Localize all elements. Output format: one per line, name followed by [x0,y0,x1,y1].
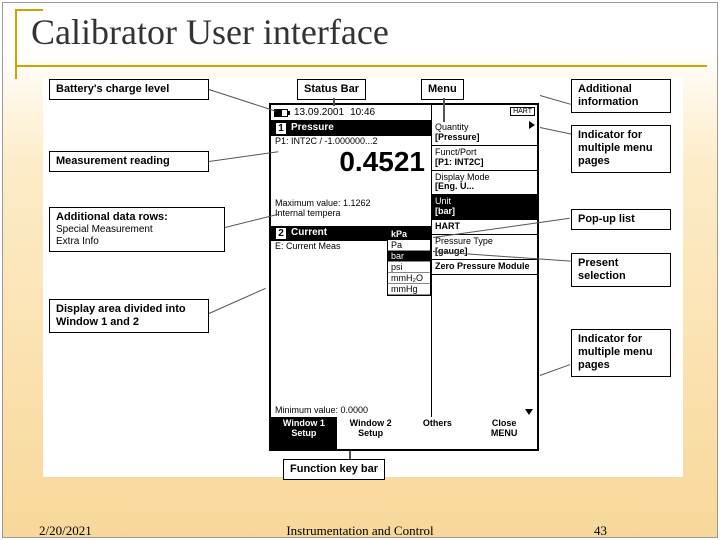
callout-display-area: Display area divided into Window 1 and 2 [49,299,209,333]
menu-ptype-label: Pressure Type [435,236,493,246]
popup-item[interactable]: psi [388,262,430,273]
window1-sub: P1: INT2C / -1.000000...2 [271,136,431,146]
window2-num: 2 [275,227,287,240]
fkey-close[interactable]: Close MENU [471,417,537,449]
chevron-down-icon [525,409,533,415]
callout-addl-info: Additional information [571,79,671,113]
lcd-screen: 13.09.2001 10:46 1 Pressure P1: INT2C / … [269,103,539,451]
pointer-line [209,89,276,112]
menu-quantity-label: Quantity [435,122,469,132]
popup-list[interactable]: kPa Pa bar psi mmH₂O mmHg [387,227,431,296]
window1-inttemp: Internal tempera [271,208,431,218]
min-value: Minimum value: 0.0000 [275,405,368,415]
callout-menu: Menu [421,79,464,100]
callout-addl-rows: Additional data rows: Special Measuremen… [49,207,225,252]
pointer-line [209,288,266,314]
callout-present: Present selection [571,253,671,287]
popup-item[interactable]: mmH₂O [388,273,430,284]
pointer-line [540,364,570,376]
status-date: 13.09.2001 [294,107,344,118]
menu-zero-label: Zero Pressure Module [435,262,534,272]
pointer-line [333,98,335,106]
popup-item-selected[interactable]: bar [388,251,430,262]
callout-addl-rows-sub2: Extra Info [56,236,218,248]
callout-popup: Pop-up list [571,209,671,230]
callout-statusbar: Status Bar [297,79,366,100]
menu-funct[interactable]: Funct/Port [P1: INT2C] [432,146,537,171]
fkey-close-sub: MENU [491,428,518,438]
fkey-w1-label: Window 1 [283,418,325,428]
menu-funct-val: [P1: INT2C] [435,158,534,168]
menu-unit-label: Unit [435,196,451,206]
callout-fkeybar: Function key bar [283,459,385,480]
menu-quantity[interactable]: Quantity [Pressure] [432,121,537,146]
footer-page: 43 [594,523,607,539]
fkey-w2-label: Window 2 [350,418,392,428]
callout-measurement: Measurement reading [49,151,209,172]
popup-item[interactable]: Pa [388,240,430,251]
pointer-line [540,95,571,105]
menu-unit-val: [bar] [435,207,534,217]
menu-ptype[interactable]: Pressure Type [gauge] [432,235,537,260]
menu-hart[interactable]: HART [432,220,537,235]
pointer-line [349,451,351,459]
menu-display-val: [Eng. U... [435,182,534,192]
menu-zero[interactable]: Zero Pressure Module [432,260,537,275]
menu-display-label: Display Mode [435,172,490,182]
page-title: Calibrator User interface [31,11,389,53]
status-time: 10:46 [350,107,375,118]
fkey-others-label: Others [423,418,452,428]
lcd-menu: HART Quantity [Pressure] Funct/Port [P1:… [431,105,537,419]
fkey-w2-sub: Setup [358,428,383,438]
chevron-right-icon [529,121,535,129]
menu-display[interactable]: Display Mode [Eng. U... [432,171,537,196]
window1-max: Maximum value: 1.1262 [271,198,431,208]
diagram-area: Battery's charge level Measurement readi… [43,77,683,477]
window1-num: 1 [275,122,287,135]
window2-name: Current [291,227,327,240]
battery-icon [274,109,288,117]
menu-quantity-val: [Pressure] [435,133,534,143]
hart-icon: HART [510,107,535,116]
title-rule [15,65,707,67]
pointer-line [443,98,445,122]
window1-name: Pressure [291,122,334,135]
fkey-window1[interactable]: Window 1 Setup [271,417,338,449]
popup-head: kPa [388,228,430,240]
window1-header: 1 Pressure [271,121,431,136]
fkey-others[interactable]: Others [405,417,472,449]
callout-ind-multi-top: Indicator for multiple menu pages [571,125,671,173]
callout-ind-multi-bot: Indicator for multiple menu pages [571,329,671,377]
menu-unit-selected[interactable]: Unit [bar] [432,195,537,220]
popup-item[interactable]: mmHg [388,284,430,295]
callout-addl-rows-title: Additional data rows: [56,211,168,223]
menu-funct-label: Funct/Port [435,147,477,157]
accent-vertical [15,9,17,79]
pointer-line [209,151,278,162]
lcd-statusbar: 13.09.2001 10:46 [271,105,431,121]
footer-title: Instrumentation and Control [3,523,717,539]
fkey-w1-sub: Setup [291,428,316,438]
pointer-line [540,127,572,135]
fkey-bar: Window 1 Setup Window 2 Setup Others Clo… [271,417,537,449]
window1-value: 0.4521 [271,146,431,180]
callout-battery: Battery's charge level [49,79,209,100]
fkey-close-label: Close [492,418,517,428]
fkey-window2[interactable]: Window 2 Setup [338,417,405,449]
callout-addl-rows-sub1: Special Measurement [56,224,218,236]
